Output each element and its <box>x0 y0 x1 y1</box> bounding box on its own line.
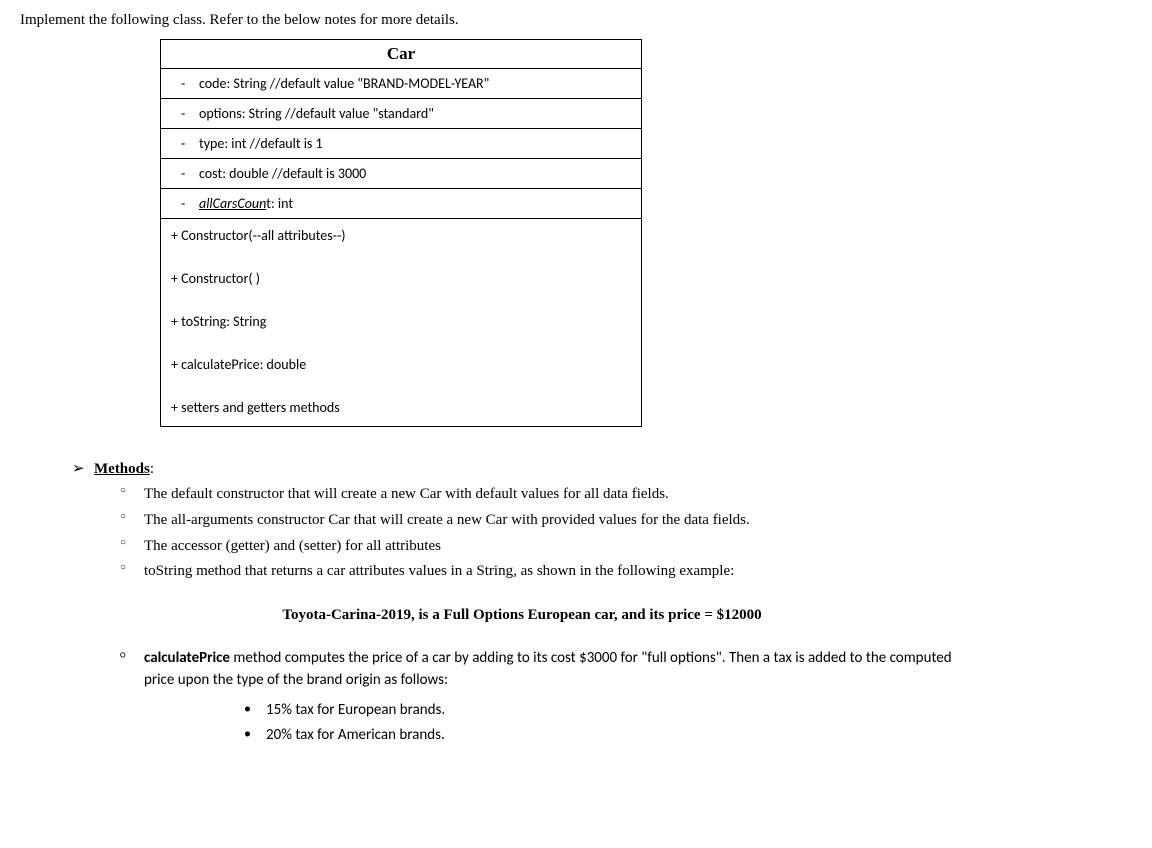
example-output: Toyota-Carina-2019, is a Full Options Eu… <box>162 607 882 624</box>
calc-rest: method computes the price of a car by ad… <box>144 649 952 689</box>
colon: : <box>150 461 154 477</box>
attr-underlined: allCarsCoun <box>199 195 266 212</box>
intro-text: Implement the following class. Refer to … <box>20 12 1132 29</box>
attr-text: code: String //default value "BRAND-MODE… <box>199 75 489 92</box>
uml-attr: -options: String //default value "standa… <box>161 99 641 129</box>
uml-attr: -code: String //default value "BRAND-MOD… <box>161 69 641 99</box>
arrow-icon: ➢ <box>72 459 94 478</box>
uml-method: + Constructor(--all attributes--) <box>161 219 641 262</box>
uml-method: + setters and getters methods <box>161 391 641 426</box>
uml-method: + Constructor( ) <box>161 262 641 305</box>
attr-text: type: int //default is 1 <box>199 135 323 152</box>
list-item: toString method that returns a car attri… <box>120 559 964 585</box>
uml-method: + calculatePrice: double <box>161 348 641 391</box>
attr-rest: t: int <box>266 195 293 212</box>
list-item: 15% tax for European brands. <box>244 698 964 724</box>
tax-list: 15% tax for European brands. 20% tax for… <box>144 698 964 750</box>
attr-text: cost: double //default is 3000 <box>199 165 366 182</box>
methods-heading: ➢Methods: <box>72 459 1132 478</box>
uml-attr: -cost: double //default is 3000 <box>161 159 641 189</box>
uml-methods: + Constructor(--all attributes--) + Cons… <box>161 219 641 426</box>
uml-attr: -type: int //default is 1 <box>161 129 641 159</box>
calc-lead: calculatePrice <box>144 649 230 667</box>
list-item: calculatePrice method computes the price… <box>120 646 964 757</box>
uml-method: + toString: String <box>161 305 641 348</box>
attr-text: options: String //default value "standar… <box>199 105 434 122</box>
list-item: The accessor (getter) and (setter) for a… <box>120 534 964 560</box>
methods-heading-label: Methods <box>94 461 150 477</box>
methods-list: The default constructor that will create… <box>72 482 1132 585</box>
list-item: The all-arguments constructor Car that w… <box>120 508 964 534</box>
uml-title: Car <box>161 40 641 69</box>
list-item: 20% tax for American brands. <box>244 723 964 749</box>
uml-attr: -allCarsCount: int <box>161 189 641 219</box>
uml-class-box: Car -code: String //default value "BRAND… <box>160 39 642 427</box>
list-item: The default constructor that will create… <box>120 482 964 508</box>
uml-attributes: -code: String //default value "BRAND-MOD… <box>161 69 641 219</box>
methods-notes: ➢Methods: The default constructor that w… <box>72 459 1132 757</box>
calc-list: calculatePrice method computes the price… <box>72 646 1132 757</box>
